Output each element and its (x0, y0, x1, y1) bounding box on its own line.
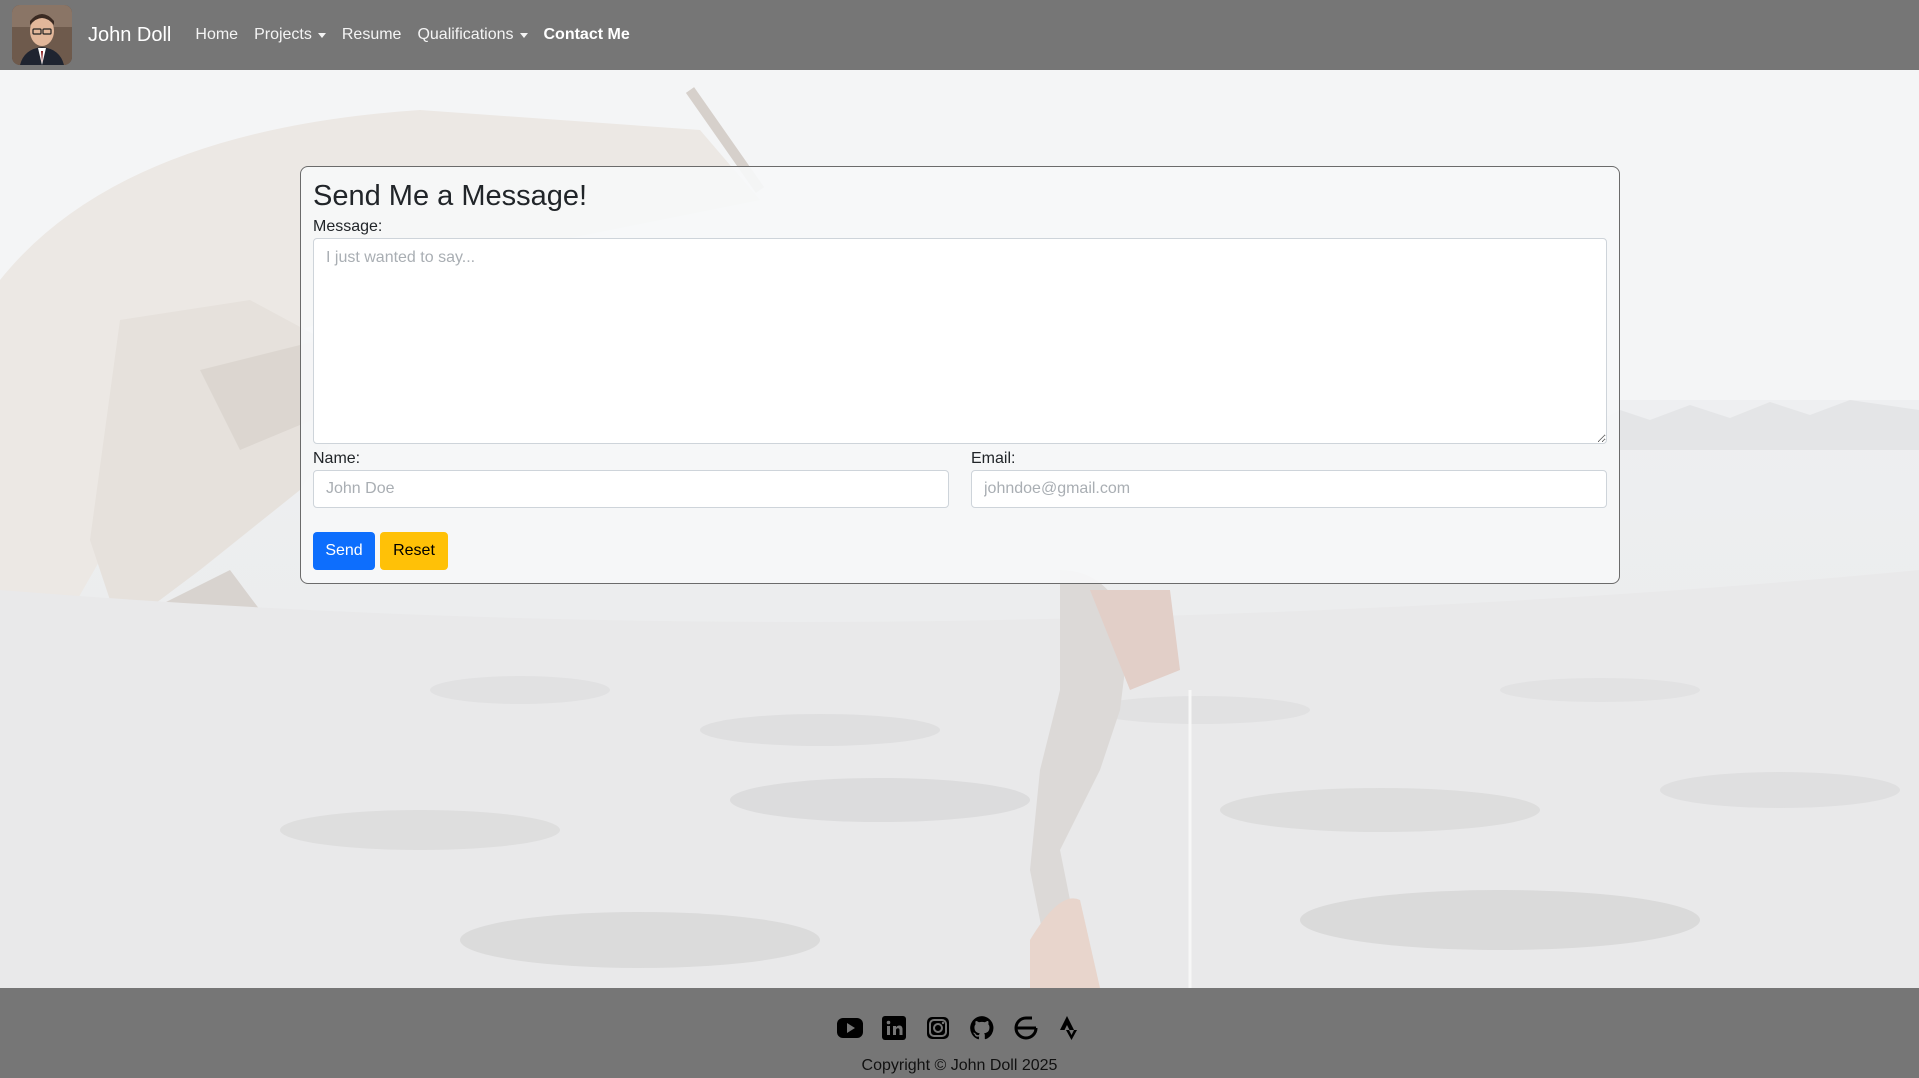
github-icon[interactable] (968, 1014, 996, 1042)
nav-item-label: Resume (341, 26, 402, 43)
profile-avatar[interactable] (12, 5, 72, 65)
chevron-down-icon (519, 32, 528, 38)
nav-item-contact[interactable]: Contact Me (544, 26, 630, 44)
contact-form: Send Me a Message! Message: Name: Email:… (300, 166, 1620, 584)
brand-name[interactable]: John Doll (88, 24, 171, 47)
name-input[interactable] (313, 469, 949, 508)
name-label: Name: (313, 449, 361, 467)
youtube-icon[interactable] (836, 1014, 864, 1042)
form-title: Send Me a Message! (313, 180, 588, 212)
reset-button[interactable]: Reset (380, 531, 448, 570)
chevron-down-icon (317, 32, 326, 38)
nav-item-home[interactable]: Home (195, 26, 238, 44)
instagram-icon[interactable] (924, 1014, 952, 1042)
name-email-row: Name: Email: (313, 446, 1607, 508)
form-actions: Send Reset (313, 531, 1607, 570)
nav-item-label: Projects (254, 26, 312, 43)
email-column: Email: (971, 446, 1607, 508)
profile-photo-icon (12, 5, 72, 65)
strava-icon[interactable] (1056, 1014, 1084, 1042)
top-navbar: John Doll Home Projects Resume Qualifica… (0, 0, 1919, 70)
copyright-text: Copyright © John Doll 2025 (861, 1057, 1058, 1074)
nav-item-qualifications[interactable]: Qualifications (417, 26, 528, 44)
nav-item-projects[interactable]: Projects (254, 26, 326, 44)
name-column: Name: (313, 446, 949, 508)
social-links (836, 1014, 1084, 1042)
nav-item-label: Home (195, 26, 239, 43)
email-label: Email: (971, 449, 1016, 467)
nav-item-label: Qualifications (417, 26, 514, 43)
email-input[interactable] (971, 469, 1607, 508)
linkedin-icon[interactable] (880, 1014, 908, 1042)
geocaching-icon[interactable] (1012, 1014, 1040, 1042)
nav-item-resume[interactable]: Resume (342, 26, 402, 44)
nav-item-label: Contact Me (543, 26, 630, 43)
message-label: Message: (313, 217, 383, 235)
message-textarea[interactable] (313, 237, 1607, 444)
send-button[interactable]: Send (313, 531, 375, 570)
